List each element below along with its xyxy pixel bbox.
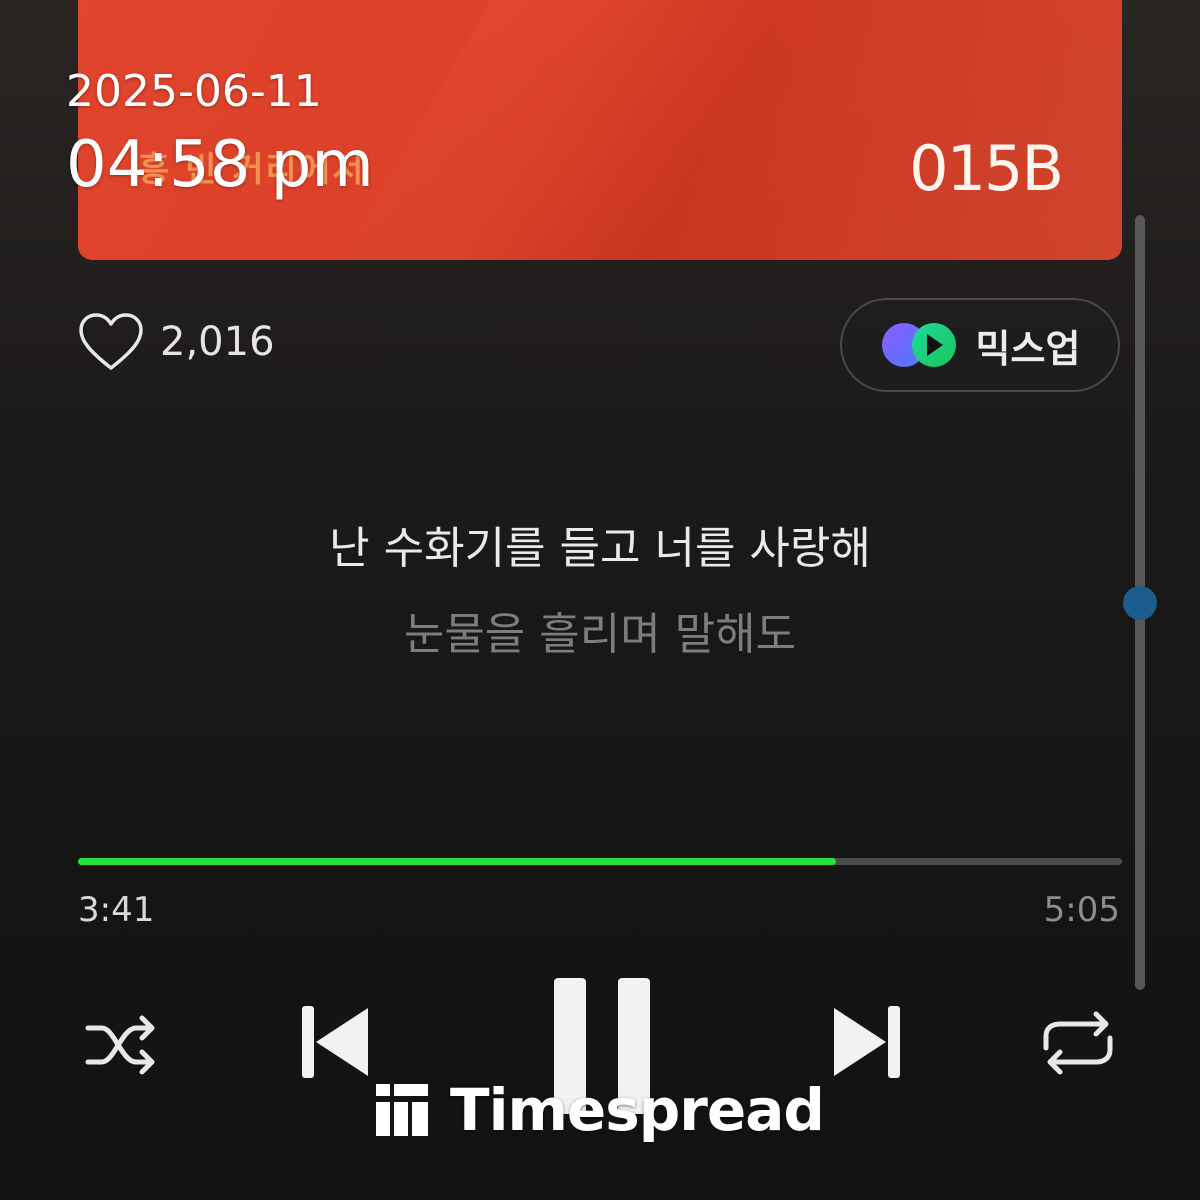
- skip-previous-icon: [302, 1006, 368, 1078]
- mixup-button[interactable]: 믹스업: [840, 298, 1120, 392]
- shuffle-button[interactable]: [82, 1010, 162, 1080]
- next-button[interactable]: [828, 1002, 904, 1082]
- music-player-screen: 흥 빈 거리에서 015B 2025-06-11 04:58 pm 2,016: [0, 0, 1200, 1200]
- overlay-date: 2025-06-11: [66, 66, 322, 117]
- mixup-icon: [881, 323, 956, 367]
- repeat-button[interactable]: [1038, 1008, 1118, 1078]
- like-count: 2,016: [160, 319, 275, 365]
- total-time: 5:05: [1043, 890, 1120, 930]
- previous-button[interactable]: [298, 1002, 374, 1082]
- mixup-label: 믹스업: [975, 326, 1081, 371]
- album-art-fold: [323, 0, 1122, 260]
- album-logo: 015B: [909, 132, 1064, 205]
- progress-fill: [78, 858, 836, 865]
- lyric-next-line[interactable]: 눈물을 흘리며 말해도: [0, 598, 1200, 662]
- timespread-logo-icon: [376, 1084, 428, 1136]
- scrollbar-thumb[interactable]: [1123, 586, 1157, 620]
- skip-next-icon: [834, 1006, 900, 1078]
- progress-bar[interactable]: [78, 858, 1122, 865]
- repeat-icon: [1043, 1011, 1113, 1075]
- shuffle-icon: [85, 1015, 155, 1075]
- lyric-current-line[interactable]: 난 수화기를 들고 너를 사랑해: [0, 512, 1200, 576]
- watermark: Timespread: [376, 1076, 825, 1144]
- watermark-text: Timespread: [450, 1076, 825, 1144]
- like-button[interactable]: 2,016: [78, 312, 275, 372]
- elapsed-time: 3:41: [78, 890, 155, 930]
- overlay-time: 04:58 pm: [66, 128, 374, 202]
- heart-icon: [79, 313, 143, 370]
